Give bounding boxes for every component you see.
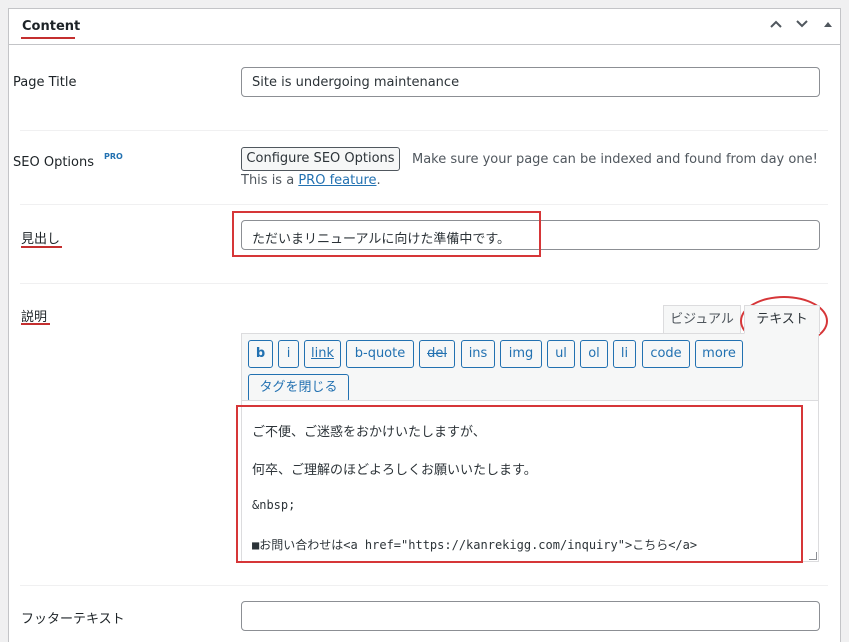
seo-help-text: Make sure your page can be indexed and f…: [412, 152, 818, 167]
toggle-panel-icon[interactable]: [819, 17, 837, 35]
title-underline-annotation: [21, 37, 75, 39]
page-title-label: Page Title: [13, 75, 77, 90]
chevron-down-icon[interactable]: [793, 17, 811, 35]
seo-options-label: SEO Options: [13, 155, 94, 170]
row-divider: [20, 283, 828, 284]
row-divider: [20, 585, 828, 586]
panel-header: Content: [9, 9, 840, 45]
pro-feature-link[interactable]: PRO feature: [298, 173, 376, 188]
configure-seo-button[interactable]: Configure SEO Options: [241, 147, 400, 171]
footer-text-input[interactable]: [241, 601, 820, 631]
description-label-underline-annotation: [21, 323, 50, 325]
qt-ol-button[interactable]: ol: [580, 340, 608, 368]
heading-highlight-box: [232, 211, 541, 257]
textarea-highlight-box: [236, 405, 803, 563]
resize-handle-icon[interactable]: [809, 552, 817, 560]
quicktags-toolbar: b i link b-quote del ins img ul ol li co…: [241, 333, 819, 402]
heading-label: 見出し: [21, 232, 61, 247]
heading-label-underline-annotation: [21, 246, 62, 248]
qt-ins-button[interactable]: ins: [461, 340, 495, 368]
qt-img-button[interactable]: img: [500, 340, 542, 368]
row-divider: [20, 204, 828, 205]
tab-visual[interactable]: ビジュアル: [663, 305, 741, 334]
qt-link-button[interactable]: link: [304, 340, 341, 368]
footer-text-label: フッターテキスト: [21, 612, 125, 627]
qt-italic-button[interactable]: i: [278, 340, 299, 368]
chevron-up-icon[interactable]: [767, 17, 785, 35]
qt-ul-button[interactable]: ul: [547, 340, 575, 368]
page-title-input[interactable]: [241, 67, 820, 97]
panel-title: Content: [22, 19, 81, 34]
qt-blockquote-button[interactable]: b-quote: [346, 340, 414, 368]
qt-close-tags-button[interactable]: タグを閉じる: [248, 374, 349, 402]
pro-badge: PRO: [104, 152, 123, 161]
qt-del-button[interactable]: del: [419, 340, 455, 368]
pro-feature-note: This is a PRO feature.: [241, 173, 381, 188]
qt-code-button[interactable]: code: [642, 340, 690, 368]
qt-li-button[interactable]: li: [613, 340, 636, 368]
tab-text[interactable]: テキスト: [744, 305, 820, 334]
qt-more-button[interactable]: more: [695, 340, 743, 368]
qt-bold-button[interactable]: b: [248, 340, 273, 368]
row-divider: [20, 130, 828, 131]
